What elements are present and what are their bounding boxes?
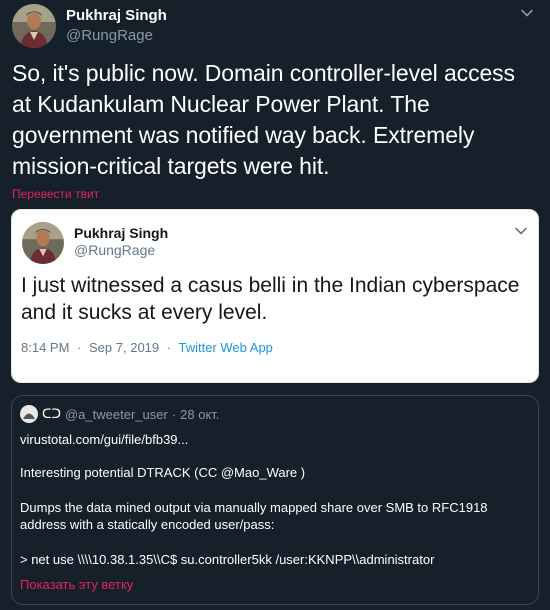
- tweet-header: Pukhraj Singh @RungRage: [12, 4, 538, 50]
- nested-tweet-link-line[interactable]: virustotal.com/gui/file/bfb39...: [20, 431, 532, 448]
- quoted-tweet-card[interactable]: Pukhraj Singh @RungRage I just witnessed…: [11, 209, 539, 383]
- tweet-time[interactable]: 8:14 PM: [21, 340, 69, 355]
- tweet-text: So, it's public now. Domain controller-l…: [12, 60, 515, 179]
- nested-tweet-text-line: address with a statically encoded user/p…: [20, 517, 275, 532]
- tweet-source-app[interactable]: Twitter Web App: [179, 340, 273, 355]
- nested-tweet-header: ᑕᑐ @a_tweeter_user · 28 окт.: [20, 405, 219, 423]
- meta-separator: ·: [77, 340, 82, 355]
- avatar[interactable]: [20, 405, 38, 423]
- avatar[interactable]: [12, 4, 56, 48]
- quoted-author-handle[interactable]: @RungRage: [74, 242, 155, 258]
- quoted-author-name[interactable]: Pukhraj Singh: [74, 225, 168, 241]
- translate-tweet-link[interactable]: Перевести твит: [12, 187, 99, 201]
- nested-quoted-tweet-card[interactable]: ᑕᑐ @a_tweeter_user · 28 окт. virustotal.…: [11, 395, 539, 605]
- chevron-down-icon[interactable]: [518, 4, 536, 22]
- quoted-tweet-text: I just witnessed a casus belli in the In…: [21, 274, 520, 324]
- quoted-tweet-meta: 8:14 PM · Sep 7, 2019 · Twitter Web App: [21, 340, 273, 355]
- tweet-date[interactable]: Sep 7, 2019: [89, 340, 159, 355]
- meta-separator: ·: [166, 340, 172, 355]
- profile-photo-icon: [22, 222, 64, 264]
- show-thread-link[interactable]: Показать эту ветку: [20, 577, 133, 592]
- profile-photo-icon: [20, 405, 38, 423]
- nested-author-name[interactable]: ᑕᑐ: [42, 406, 61, 422]
- nested-tweet-text-line: Interesting potential DTRACK (CC @Mao_Wa…: [20, 465, 306, 480]
- nested-tweet-text-line: Dumps the data mined output via manually…: [20, 500, 488, 515]
- chevron-down-icon[interactable]: [512, 222, 530, 240]
- nested-tweet-date[interactable]: 28 окт.: [180, 407, 219, 422]
- nested-author-handle[interactable]: @a_tweeter_user: [65, 407, 168, 422]
- avatar[interactable]: [22, 222, 64, 264]
- profile-photo-icon: [12, 4, 56, 48]
- author-name[interactable]: Pukhraj Singh: [66, 7, 167, 24]
- nested-tweet-command-line: > net use \\\\10.38.1.35\\C$ su.controll…: [20, 552, 435, 567]
- author-handle[interactable]: @RungRage: [66, 27, 153, 44]
- meta-separator: ·: [171, 406, 177, 422]
